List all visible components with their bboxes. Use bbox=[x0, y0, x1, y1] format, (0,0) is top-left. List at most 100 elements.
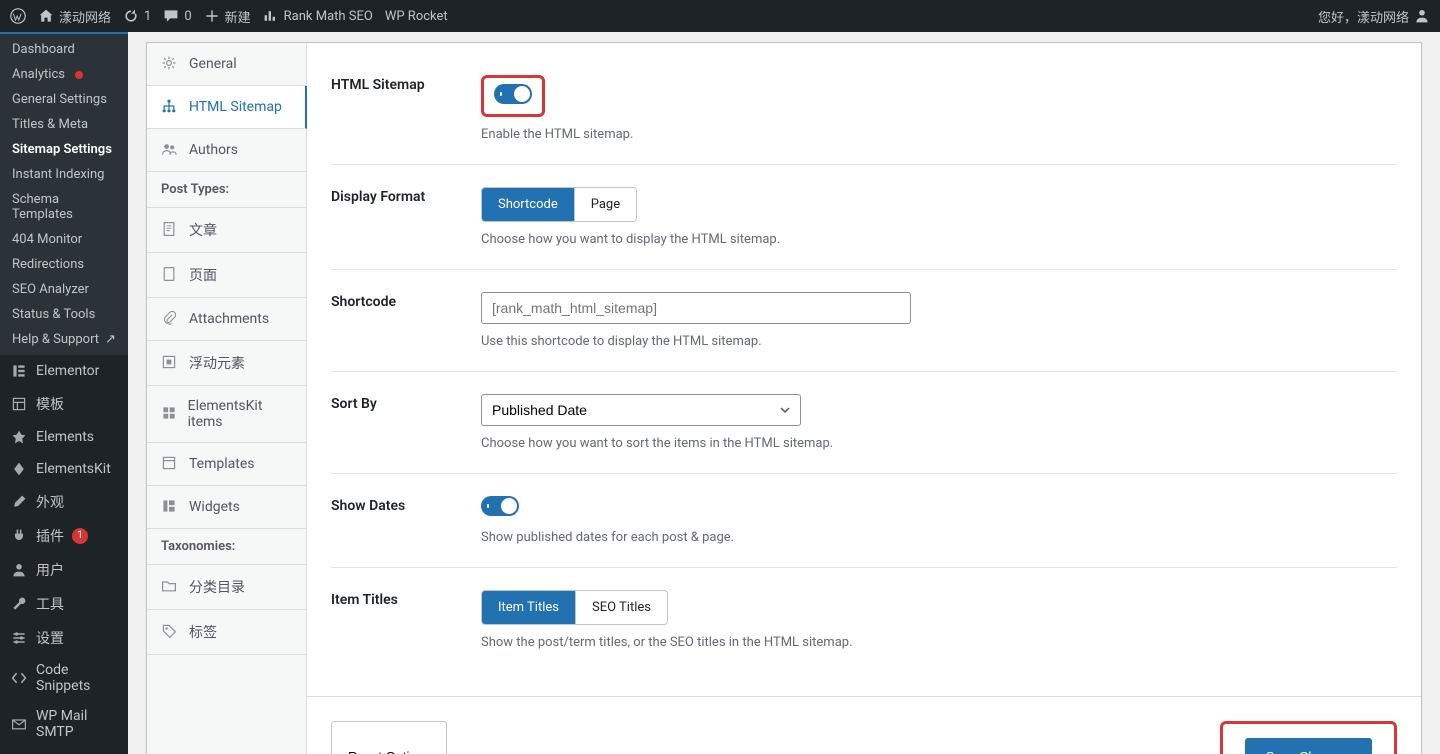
tab-categories-label: 分类目录 bbox=[189, 577, 245, 597]
update-icon bbox=[123, 8, 139, 24]
tab-general[interactable]: General bbox=[147, 43, 306, 86]
widget-icon bbox=[161, 498, 179, 516]
menu-elementor[interactable]: Elementor bbox=[0, 355, 128, 387]
submenu-analytics[interactable]: Analytics bbox=[0, 62, 128, 87]
tab-elementskit-items[interactable]: ElementsKit items bbox=[147, 386, 306, 443]
html-sitemap-toggle[interactable] bbox=[494, 84, 532, 104]
field-item-titles: Item Titles Item Titles SEO Titles Show … bbox=[331, 568, 1397, 672]
content-area: General HTML Sitemap Authors Post Types:… bbox=[128, 32, 1440, 754]
sitemap-icon bbox=[161, 98, 179, 116]
post-types-header: Post Types: bbox=[147, 172, 306, 208]
comments[interactable]: 0 bbox=[163, 8, 191, 24]
field-show-dates: Show Dates Show published dates for each… bbox=[331, 474, 1397, 568]
menu-wp-mail-smtp[interactable]: WP Mail SMTP bbox=[0, 701, 128, 747]
field-html-sitemap: HTML Sitemap Enable the HTML sitemap. bbox=[331, 53, 1397, 165]
menu-plugins-label: 插件 bbox=[36, 526, 64, 546]
floating-icon bbox=[161, 354, 179, 372]
menu-code-snippets-label: Code Snippets bbox=[36, 662, 118, 694]
item-titles-seo[interactable]: SEO Titles bbox=[576, 591, 667, 624]
greeting-label: 您好，漾动网络 bbox=[1318, 7, 1409, 26]
menu-templates[interactable]: 模板 bbox=[0, 387, 128, 421]
tab-floating-label: 浮动元素 bbox=[189, 353, 245, 373]
submenu-general-settings[interactable]: General Settings bbox=[0, 87, 128, 112]
new-content[interactable]: 新建 bbox=[204, 7, 251, 26]
menu-appearance[interactable]: 外观 bbox=[0, 485, 128, 519]
tab-authors[interactable]: Authors bbox=[147, 129, 306, 172]
field-display-format-label: Display Format bbox=[331, 187, 461, 247]
wp-logo[interactable] bbox=[10, 8, 26, 24]
wprocket-link[interactable]: WP Rocket bbox=[385, 9, 448, 24]
menu-plugins[interactable]: 插件 1 bbox=[0, 519, 128, 553]
menu-tools[interactable]: 工具 bbox=[0, 587, 128, 621]
submenu-dashboard[interactable]: Dashboard bbox=[0, 37, 128, 62]
code-icon bbox=[10, 669, 28, 687]
plugin-icon bbox=[10, 527, 28, 545]
sort-by-select[interactable]: Published Date bbox=[481, 394, 801, 426]
plugins-badge: 1 bbox=[72, 528, 88, 544]
menu-elementskit[interactable]: ElementsKit bbox=[0, 453, 128, 485]
site-name[interactable]: 漾动网络 bbox=[38, 7, 111, 26]
tab-authors-label: Authors bbox=[189, 142, 238, 158]
submenu-help-support[interactable]: Help & Support ↗ bbox=[0, 327, 128, 352]
save-button[interactable]: Save Changes bbox=[1245, 738, 1372, 754]
show-dates-toggle[interactable] bbox=[481, 496, 519, 516]
menu-elements[interactable]: Elements bbox=[0, 421, 128, 453]
display-format-page[interactable]: Page bbox=[575, 188, 636, 221]
submenu-redirections[interactable]: Redirections bbox=[0, 252, 128, 277]
tab-pages[interactable]: 页面 bbox=[147, 253, 306, 298]
field-display-format: Display Format Shortcode Page Choose how… bbox=[331, 165, 1397, 270]
display-format-shortcode[interactable]: Shortcode bbox=[482, 188, 575, 221]
tab-posts-label: 文章 bbox=[189, 220, 217, 240]
menu-settings[interactable]: 设置 bbox=[0, 621, 128, 655]
submenu-instant-indexing[interactable]: Instant Indexing bbox=[0, 162, 128, 187]
tab-widgets-label: Widgets bbox=[189, 499, 240, 515]
settings-panel: General HTML Sitemap Authors Post Types:… bbox=[146, 42, 1422, 754]
field-sort-by-help: Choose how you want to sort the items in… bbox=[481, 436, 1397, 451]
menu-chaty[interactable]: Chaty bbox=[0, 747, 128, 754]
elementskit-icon bbox=[10, 460, 28, 478]
wrench-icon bbox=[10, 595, 28, 613]
tab-general-label: General bbox=[189, 56, 237, 72]
tab-floating[interactable]: 浮动元素 bbox=[147, 341, 306, 386]
submenu-schema-templates[interactable]: Schema Templates bbox=[0, 187, 128, 227]
tab-nav: General HTML Sitemap Authors Post Types:… bbox=[147, 43, 307, 754]
folder-icon bbox=[161, 578, 179, 596]
submenu-sitemap-settings[interactable]: Sitemap Settings bbox=[0, 137, 128, 162]
tab-tags[interactable]: 标签 bbox=[147, 610, 306, 655]
menu-elements-label: Elements bbox=[36, 429, 94, 445]
rankmath-link[interactable]: Rank Math SEO bbox=[263, 8, 373, 24]
shortcode-input[interactable] bbox=[481, 292, 911, 324]
submenu-404-monitor[interactable]: 404 Monitor bbox=[0, 227, 128, 252]
gear-icon bbox=[161, 55, 179, 73]
submenu-titles-meta[interactable]: Titles & Meta bbox=[0, 112, 128, 137]
submenu-status-tools[interactable]: Status & Tools bbox=[0, 302, 128, 327]
field-sort-by-label: Sort By bbox=[331, 394, 461, 451]
tab-widgets[interactable]: Widgets bbox=[147, 486, 306, 529]
submenu-seo-analyzer[interactable]: SEO Analyzer bbox=[0, 277, 128, 302]
user-icon bbox=[1414, 8, 1430, 24]
tab-templates[interactable]: Templates bbox=[147, 443, 306, 486]
elements-icon bbox=[10, 428, 28, 446]
tab-elementskit-items-label: ElementsKit items bbox=[188, 398, 292, 430]
greeting[interactable]: 您好，漾动网络 bbox=[1318, 7, 1430, 26]
menu-users[interactable]: 用户 bbox=[0, 553, 128, 587]
tab-html-sitemap[interactable]: HTML Sitemap bbox=[147, 86, 307, 129]
updates[interactable]: 1 bbox=[123, 8, 151, 24]
submenu-analytics-label: Analytics bbox=[12, 67, 65, 82]
menu-settings-label: 设置 bbox=[36, 628, 64, 648]
tab-pages-label: 页面 bbox=[189, 265, 217, 285]
menu-templates-label: 模板 bbox=[36, 394, 64, 414]
users-icon bbox=[10, 561, 28, 579]
reset-button[interactable]: Reset Options bbox=[331, 721, 447, 754]
tab-templates-label: Templates bbox=[189, 456, 255, 472]
display-format-group: Shortcode Page bbox=[481, 187, 637, 222]
menu-users-label: 用户 bbox=[36, 560, 64, 580]
tab-categories[interactable]: 分类目录 bbox=[147, 565, 306, 610]
tab-posts[interactable]: 文章 bbox=[147, 208, 306, 253]
menu-wp-mail-smtp-label: WP Mail SMTP bbox=[36, 708, 118, 740]
tab-attachments[interactable]: Attachments bbox=[147, 298, 306, 341]
wprocket-label: WP Rocket bbox=[385, 9, 448, 24]
menu-code-snippets[interactable]: Code Snippets bbox=[0, 655, 128, 701]
field-show-dates-help: Show published dates for each post & pag… bbox=[481, 530, 1397, 545]
item-titles-item[interactable]: Item Titles bbox=[482, 591, 576, 624]
